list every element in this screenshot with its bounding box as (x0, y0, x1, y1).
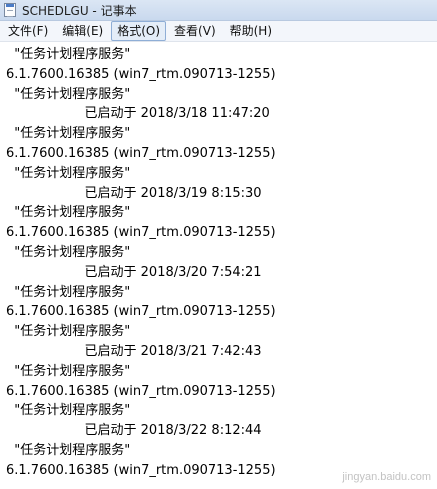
text-line: "任务计划程序服务" (6, 165, 131, 181)
text-line: 6.1.7600.16385 (win7_rtm.090713-1255) (6, 145, 276, 161)
text-line: "任务计划程序服务" (6, 205, 131, 221)
text-line: 6.1.7600.16385 (win7_rtm.090713-1255) (6, 66, 276, 82)
menu-view[interactable]: 查看(V) (168, 21, 222, 41)
text-line: 已启动于 2018/3/21 7:42:43 (6, 343, 262, 359)
text-line: "任务计划程序服务" (6, 324, 131, 340)
text-line: "任务计划程序服务" (6, 86, 131, 102)
text-line: 已启动于 2018/3/20 7:54:21 (6, 264, 262, 280)
text-editor-area[interactable]: "任务计划程序服务" 6.1.7600.16385 (win7_rtm.0907… (0, 42, 437, 489)
text-line: 6.1.7600.16385 (win7_rtm.090713-1255) (6, 304, 276, 320)
menu-format[interactable]: 格式(O) (111, 21, 167, 41)
text-line: "任务计划程序服务" (6, 47, 131, 62)
text-line: "任务计划程序服务" (6, 126, 131, 142)
text-line: 已启动于 2018/3/18 11:47:20 (6, 106, 270, 122)
text-line: 已启动于 2018/3/22 8:12:44 (6, 423, 262, 439)
text-line: 已启动于 2018/3/19 8:15:30 (6, 185, 262, 201)
text-content: "任务计划程序服务" 6.1.7600.16385 (win7_rtm.0907… (6, 45, 437, 481)
text-line: "任务计划程序服务" (6, 442, 131, 458)
title-bar[interactable]: SCHEDLGU - 记事本 (0, 0, 437, 21)
menu-file[interactable]: 文件(F) (2, 21, 54, 41)
notepad-app-icon[interactable] (4, 3, 16, 17)
text-line: "任务计划程序服务" (6, 403, 131, 419)
window-title: SCHEDLGU - 记事本 (22, 3, 137, 18)
menu-help[interactable]: 帮助(H) (224, 21, 278, 41)
baidu-watermark: jingyan.baidu.com (342, 471, 431, 483)
text-line: "任务计划程序服务" (6, 284, 131, 300)
notepad-window: SCHEDLGU - 记事本 文件(F) 编辑(E) 格式(O) 查看(V) 帮… (0, 0, 437, 489)
text-line: "任务计划程序服务" (6, 244, 131, 260)
text-line: 6.1.7600.16385 (win7_rtm.090713-1255) (6, 225, 276, 241)
text-line: "任务计划程序服务" (6, 363, 131, 379)
menu-edit[interactable]: 编辑(E) (56, 21, 109, 41)
menu-bar: 文件(F) 编辑(E) 格式(O) 查看(V) 帮助(H) (0, 21, 437, 42)
text-line: 6.1.7600.16385 (win7_rtm.090713-1255) (6, 383, 276, 399)
